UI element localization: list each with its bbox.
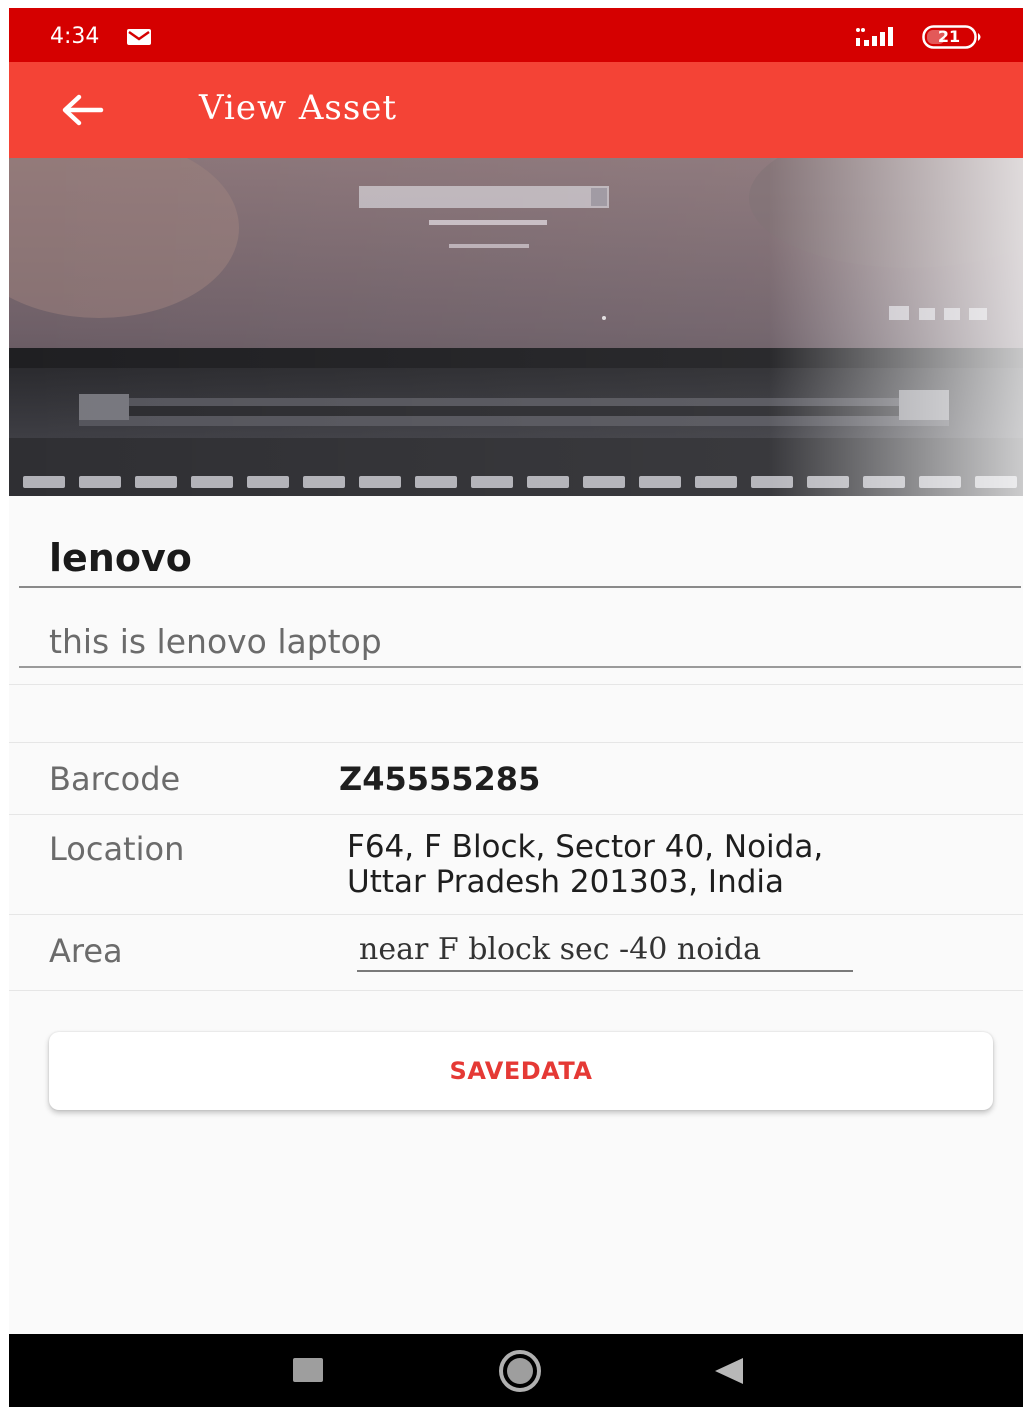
asset-description-value: this is lenovo laptop (49, 622, 382, 661)
battery-icon: 21 (922, 25, 984, 49)
barcode-value: Z45555285 (339, 760, 541, 798)
save-data-label: SAVEDATA (449, 1057, 593, 1085)
asset-name-field[interactable]: lenovo (19, 528, 1021, 588)
divider (9, 914, 1023, 915)
divider (9, 990, 1023, 991)
page-title: View Asset (199, 88, 398, 128)
status-time: 4:34 (50, 24, 100, 49)
asset-description-field[interactable]: this is lenovo laptop (19, 612, 1021, 668)
status-bar: 4:34 21 (9, 8, 1023, 62)
back-triangle-icon[interactable] (713, 1356, 745, 1386)
signal-icon (856, 27, 893, 46)
location-line-2: Uttar Pradesh 201303, India (347, 864, 785, 900)
location-value: F64, F Block, Sector 40, Noida, Uttar Pr… (347, 830, 1007, 900)
app-screen: 4:34 21 View Asset lenovo this is lenovo… (9, 8, 1023, 1407)
navigation-bar (9, 1334, 1023, 1407)
recent-apps-icon[interactable] (293, 1358, 323, 1382)
asset-photo (9, 158, 1023, 496)
app-bar: View Asset (9, 62, 1023, 158)
area-input[interactable]: near F block sec -40 noida (357, 930, 853, 972)
battery-level: 21 (937, 27, 961, 46)
location-label: Location (49, 830, 185, 868)
mail-icon (127, 29, 151, 45)
asset-name-value: lenovo (49, 536, 192, 580)
save-data-button[interactable]: SAVEDATA (49, 1032, 993, 1110)
divider (9, 814, 1023, 815)
barcode-label: Barcode (49, 760, 181, 798)
area-label: Area (49, 932, 123, 970)
home-icon[interactable] (497, 1348, 543, 1394)
arrow-left-icon[interactable] (59, 92, 105, 128)
location-line-1: F64, F Block, Sector 40, Noida, (347, 829, 824, 865)
area-value: near F block sec -40 noida (359, 932, 761, 967)
divider (9, 684, 1023, 685)
divider (9, 742, 1023, 743)
